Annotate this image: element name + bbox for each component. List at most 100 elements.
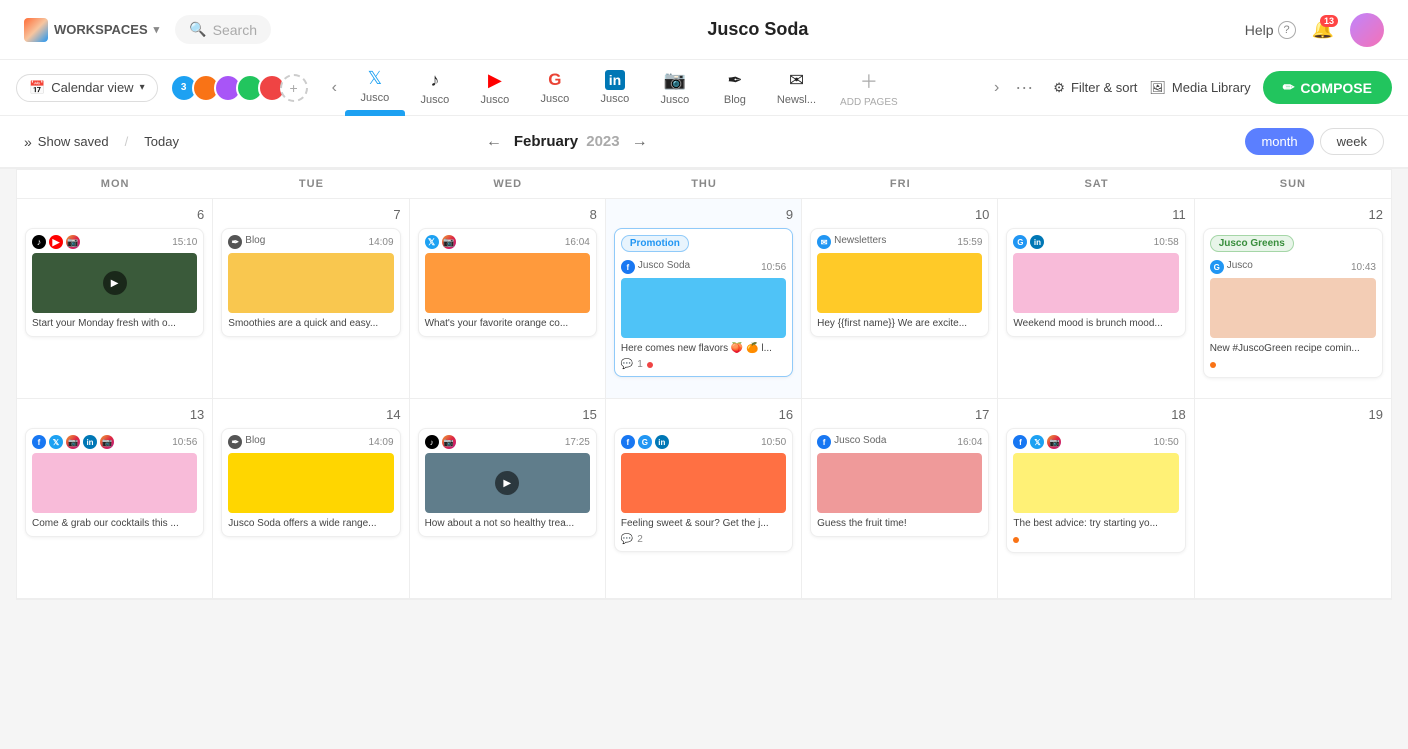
post-image	[817, 453, 982, 513]
tab-youtube[interactable]: ▶ Jusco	[465, 60, 525, 116]
prev-page-arrow[interactable]: ‹	[324, 71, 345, 105]
tab-linkedin[interactable]: in Jusco	[585, 60, 645, 116]
post-card[interactable]: f Jusco Soda 16:04 Guess the fruit time!	[810, 428, 989, 537]
tab-linkedin-label: Jusco	[601, 93, 630, 105]
media-library-button[interactable]: 🖼 Media Library	[1149, 80, 1250, 96]
unread-dot	[1013, 537, 1019, 543]
day-number: 10	[810, 207, 989, 222]
post-platform-icons: f Jusco Soda	[817, 435, 886, 449]
post-sublabel: Newsletters	[834, 235, 886, 249]
promotion-tag: Promotion	[621, 235, 689, 252]
post-platform-icons: G in	[1013, 235, 1044, 249]
more-options-button[interactable]: ···	[1007, 73, 1041, 102]
post-card-header: f 𝕏 📷 10:50	[1013, 435, 1178, 449]
tab-blog[interactable]: ✒ Blog	[705, 60, 765, 116]
post-card[interactable]: Promotion f Jusco Soda 10:56 Here comes …	[614, 228, 793, 377]
post-card[interactable]: ♪ ▶ 📷 15:10 ▶ Start your Monday fresh wi…	[25, 228, 204, 337]
add-team-member-button[interactable]: +	[280, 74, 308, 102]
cell-fri-10: 10 ✉ Newsletters 15:59 Hey {{first name}…	[802, 199, 998, 399]
post-card[interactable]: f 𝕏 📷 10:50 The best advice: try startin…	[1006, 428, 1185, 553]
filter-icon: ⚙	[1053, 80, 1065, 96]
tiktok-icon: ♪	[32, 235, 46, 249]
post-platform-icons: ♪ 📷	[425, 435, 456, 449]
help-button[interactable]: Help ?	[1245, 21, 1296, 39]
filter-sort-button[interactable]: ⚙ Filter & sort	[1053, 80, 1137, 96]
newsletter-icon: ✉	[789, 70, 804, 91]
post-card[interactable]: f G in 10:50 Feeling sweet & sour? Get t…	[614, 428, 793, 552]
logo-icon	[24, 18, 48, 42]
user-avatar[interactable]	[1350, 13, 1384, 47]
team-avatars: 3 +	[170, 74, 308, 102]
post-sublabel: Blog	[245, 235, 265, 249]
day-number: 11	[1006, 207, 1185, 222]
month-view-button[interactable]: month	[1245, 128, 1313, 155]
cell-thu-16: 16 f G in 10:50 Feeling sweet & sour? Ge…	[606, 399, 802, 599]
day-thu: THU	[606, 170, 802, 198]
next-month-button[interactable]: →	[632, 133, 648, 151]
post-card[interactable]: ♪ 📷 17:25 ▶ How about a not so healthy t…	[418, 428, 597, 537]
help-label: Help	[1245, 22, 1274, 38]
post-text: Here comes new flavors 🍑 🍊 l...	[621, 342, 786, 355]
instagram-icon: 📷	[442, 435, 456, 449]
tab-twitter[interactable]: 𝕏 Jusco	[345, 60, 405, 116]
post-card[interactable]: ✒ Blog 14:09 Jusco Soda offers a wide ra…	[221, 428, 400, 537]
today-link[interactable]: Today	[144, 134, 179, 149]
tab-newsletter[interactable]: ✉ Newsl...	[765, 60, 828, 116]
comment-count: 2	[637, 534, 643, 545]
day-number: 7	[221, 207, 400, 222]
add-pages-button[interactable]: ＋ ADD PAGES	[828, 68, 910, 108]
post-card-header: ✉ Newsletters 15:59	[817, 235, 982, 249]
tiktok-icon: ♪	[430, 70, 439, 91]
toolbar-left: 📅 Calendar view ▾ 3 +	[16, 74, 324, 102]
calendar-controls: » Show saved / Today ← February 2023 → m…	[0, 116, 1408, 169]
pages-tabs: 𝕏 Jusco ♪ Jusco ▶ Jusco G Jusco in Jusco…	[345, 60, 986, 116]
post-image-wrap: ▶	[425, 453, 590, 513]
logo[interactable]: WORKSPACES ▾	[24, 18, 159, 42]
search-bar[interactable]: 🔍 Search	[175, 15, 271, 44]
tab-google[interactable]: G Jusco	[525, 60, 585, 116]
post-card[interactable]: 𝕏 📷 16:04 What's your favorite orange co…	[418, 228, 597, 337]
post-card-header: f 𝕏 📷 in 📷 10:56	[32, 435, 197, 449]
post-text: Weekend mood is brunch mood...	[1013, 317, 1178, 330]
post-platform-icons: G Jusco	[1210, 260, 1253, 274]
post-card[interactable]: ✒ Blog 14:09 Smoothies are a quick and e…	[221, 228, 400, 337]
cell-fri-17: 17 f Jusco Soda 16:04 Guess the fruit ti…	[802, 399, 998, 599]
tab-newsletter-label: Newsl...	[777, 94, 816, 106]
calendar-view-label: Calendar view	[51, 80, 133, 95]
instagram-icon: 📷	[66, 435, 80, 449]
calendar-week-1: 6 ♪ ▶ 📷 15:10 ▶ Start your Mond	[17, 199, 1391, 599]
post-platform-icons: 𝕏 📷	[425, 235, 456, 249]
post-card[interactable]: ✉ Newsletters 15:59 Hey {{first name}} W…	[810, 228, 989, 337]
compose-button[interactable]: ✏ COMPOSE	[1263, 71, 1392, 104]
next-page-arrow[interactable]: ›	[986, 71, 1007, 105]
day-number: 15	[418, 407, 597, 422]
twitter-icon: 𝕏	[368, 68, 383, 89]
tab-youtube-label: Jusco	[481, 94, 510, 106]
days-header: MON TUE WED THU FRI SAT SUN	[17, 170, 1391, 199]
image-icon: 🖼	[1149, 80, 1166, 96]
day-tue: TUE	[213, 170, 409, 198]
add-pages-label: ADD PAGES	[840, 97, 898, 108]
week-view-button[interactable]: week	[1320, 128, 1384, 155]
tab-instagram[interactable]: 📷 Jusco	[645, 60, 705, 116]
post-card[interactable]: G in 10:58 Weekend mood is brunch mood..…	[1006, 228, 1185, 337]
facebook-icon: f	[621, 435, 635, 449]
workspaces-label[interactable]: WORKSPACES	[54, 22, 148, 37]
day-number: 19	[1203, 407, 1383, 422]
day-sat: SAT	[998, 170, 1194, 198]
post-time: 10:58	[1154, 237, 1179, 248]
post-card[interactable]: f 𝕏 📷 in 📷 10:56 Come & grab our cocktai…	[25, 428, 204, 537]
post-time: 10:50	[1154, 437, 1179, 448]
post-text: Come & grab our cocktails this ...	[32, 517, 197, 530]
calendar-view-button[interactable]: 📅 Calendar view ▾	[16, 74, 158, 102]
show-saved-button[interactable]: » Show saved	[24, 134, 109, 150]
prev-month-button[interactable]: ←	[486, 133, 502, 151]
tab-tiktok[interactable]: ♪ Jusco	[405, 60, 465, 116]
day-number: 18	[1006, 407, 1185, 422]
facebook-icon: f	[621, 260, 635, 274]
workspaces-chevron[interactable]: ▾	[154, 23, 160, 36]
post-platform-icons: ♪ ▶ 📷	[32, 235, 80, 249]
post-card[interactable]: Jusco Greens G Jusco 10:43 New #JuscoGre…	[1203, 228, 1383, 378]
notifications-button[interactable]: 🔔 13	[1312, 19, 1334, 40]
post-time: 16:04	[957, 437, 982, 448]
